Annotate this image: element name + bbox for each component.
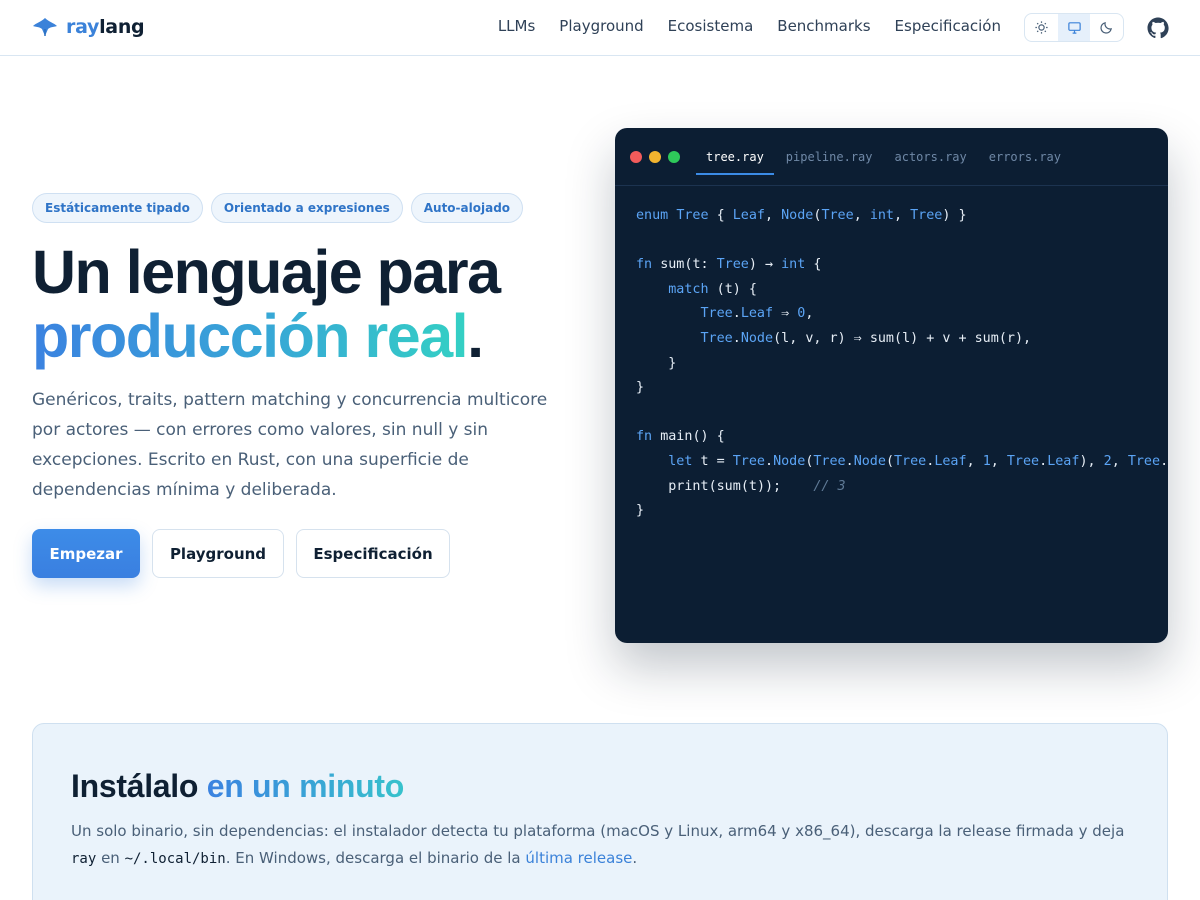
site-header: raylang LLMs Playground Ecosistema Bench… bbox=[0, 0, 1200, 56]
install-title-start: Instálalo bbox=[71, 768, 199, 804]
hero-title-highlight: producción real bbox=[32, 302, 469, 370]
install-title: Instálalo en un minuto bbox=[71, 768, 404, 805]
code-line: match (t) { bbox=[668, 281, 757, 297]
code-line: fn main() { bbox=[636, 429, 725, 445]
file-tabs: tree.ray pipeline.ray actors.ray errors.… bbox=[696, 128, 1073, 186]
theme-system-button[interactable] bbox=[1057, 14, 1091, 41]
moon-icon bbox=[1100, 22, 1113, 34]
tab-pipeline-ray[interactable]: pipeline.ray bbox=[776, 128, 883, 186]
close-dot-icon bbox=[630, 151, 642, 163]
feature-pills: Estáticamente tipado Orientado a expresi… bbox=[32, 193, 524, 223]
install-code-path: ~/.local/bin bbox=[124, 851, 226, 867]
monitor-icon bbox=[1067, 22, 1081, 34]
hero-title-period: . bbox=[467, 302, 484, 370]
install-title-highlight: en un minuto bbox=[206, 768, 405, 804]
hero-title: Un lenguaje para producción real. bbox=[32, 238, 501, 370]
tab-errors-ray[interactable]: errors.ray bbox=[979, 128, 1071, 186]
code-line: } bbox=[636, 380, 645, 396]
start-button[interactable]: Empezar bbox=[32, 529, 140, 578]
logo-text: raylang bbox=[66, 16, 145, 38]
hero-title-line1: Un lenguaje para bbox=[32, 238, 501, 306]
theme-toggle bbox=[1024, 13, 1124, 42]
logo[interactable]: raylang bbox=[32, 16, 145, 38]
pill-expresiones: Orientado a expresiones bbox=[210, 193, 403, 223]
code-line: } bbox=[636, 355, 677, 371]
code-window: tree.ray pipeline.ray actors.ray errors.… bbox=[615, 128, 1168, 643]
code-line: } bbox=[636, 503, 645, 519]
code-block: enum Tree { Leaf, Node(Tree, int, Tree) … bbox=[636, 204, 1168, 524]
hero-description: Genéricos, traits, pattern matching y co… bbox=[32, 390, 548, 500]
install-section: Instálalo en un minuto Un solo binario, … bbox=[32, 723, 1168, 900]
spec-button[interactable]: Especificación bbox=[296, 529, 450, 578]
install-desc-text-3: . En Windows, descarga el binario de la bbox=[225, 849, 526, 867]
manta-ray-icon bbox=[33, 18, 57, 36]
sun-icon bbox=[1035, 21, 1048, 34]
maximize-dot-icon bbox=[668, 151, 680, 163]
theme-light-button[interactable] bbox=[1025, 14, 1058, 41]
install-desc-text-1: Un solo binario, sin dependencias: el in… bbox=[71, 822, 1125, 840]
latest-release-link[interactable]: última release bbox=[525, 849, 632, 867]
nav-item-playground[interactable]: Playground bbox=[559, 17, 643, 35]
install-desc-text-4: . bbox=[632, 849, 638, 867]
code-line: print(sum(t)); // 3 bbox=[668, 478, 846, 494]
nav-item-especificacion[interactable]: Especificación bbox=[895, 17, 1001, 35]
theme-dark-button[interactable] bbox=[1090, 14, 1123, 41]
tab-actors-ray[interactable]: actors.ray bbox=[885, 128, 977, 186]
nav-item-llms[interactable]: LLMs bbox=[498, 17, 535, 35]
tab-tree-ray[interactable]: tree.ray bbox=[696, 128, 774, 186]
code-line: let t = Tree.Node(Tree.Node(Tree.Leaf, 1… bbox=[668, 453, 1168, 469]
code-line: enum Tree { Leaf, Node(Tree, int, Tree) … bbox=[636, 208, 967, 223]
window-title-bar: tree.ray pipeline.ray actors.ray errors.… bbox=[615, 128, 1168, 186]
code-line: Tree.Leaf ⇒ 0, bbox=[700, 306, 814, 322]
install-desc-text-2: en bbox=[96, 849, 125, 867]
pill-auto-alojado: Auto-alojado bbox=[410, 193, 524, 223]
install-description: Un solo binario, sin dependencias: el in… bbox=[71, 818, 1131, 873]
hero-buttons: Empezar Playground Especificación bbox=[32, 529, 450, 578]
nav-item-ecosistema[interactable]: Ecosistema bbox=[668, 17, 754, 35]
main-nav: LLMs Playground Ecosistema Benchmarks Es… bbox=[498, 17, 1001, 35]
nav-item-benchmarks[interactable]: Benchmarks bbox=[777, 17, 870, 35]
install-code-ray: ray bbox=[71, 851, 97, 867]
github-icon[interactable] bbox=[1146, 16, 1170, 40]
playground-button[interactable]: Playground bbox=[152, 529, 284, 578]
pill-tipado: Estáticamente tipado bbox=[32, 193, 203, 223]
code-line: fn sum(t: Tree) → int { bbox=[636, 257, 822, 273]
code-line: Tree.Node(l, v, r) ⇒ sum(l) + v + sum(r)… bbox=[700, 330, 1032, 346]
minimize-dot-icon bbox=[649, 151, 661, 163]
